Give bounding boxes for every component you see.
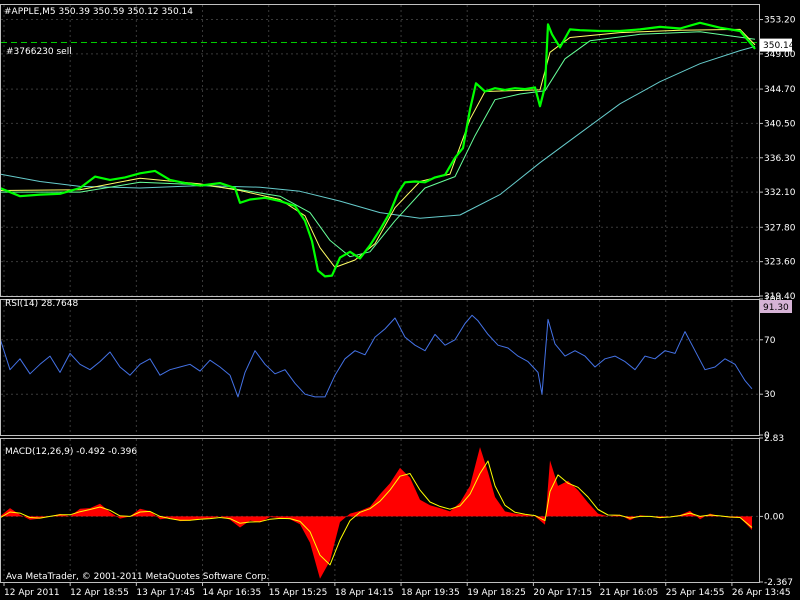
- y-axis-tick-label: 353.20: [764, 16, 796, 26]
- order-label: #3766230 sell: [6, 47, 72, 57]
- y-axis-tick-label: 30: [764, 390, 776, 400]
- x-axis-tick-label: 18 Apr 19:35: [401, 588, 460, 598]
- y-axis-tick-label: 327.80: [764, 223, 796, 233]
- x-axis-tick-label: 14 Apr 16:35: [203, 588, 262, 598]
- rsi-tag: 91.30: [763, 303, 789, 313]
- symbol-header: #APPLE,M5 350.39 350.59 350.12 350.14: [4, 7, 193, 17]
- x-axis-tick-label: 19 Apr 18:25: [467, 588, 526, 598]
- y-axis-tick-label: 0.00: [764, 512, 784, 522]
- y-axis-tick-label: 323.60: [764, 258, 796, 268]
- rsi-header: RSI(14) 28.7648: [5, 299, 78, 309]
- y-axis-tick-label: 2.83: [764, 434, 784, 444]
- y-axis-tick-label: 344.70: [764, 85, 796, 95]
- trading-chart[interactable]: 12 Apr 2011 12 Apr 18:55 13 Apr 17:45 14 Ap…: [0, 0, 800, 600]
- x-axis-tick-label: 12 Apr 2011: [4, 588, 60, 598]
- y-axis-tick-label: 336.30: [764, 154, 796, 164]
- y-axis-tick-label: -2.367: [764, 578, 793, 588]
- x-axis-tick-label: 20 Apr 17:15: [533, 588, 592, 598]
- x-axis-tick-label: 12 Apr 18:55: [70, 588, 129, 598]
- x-axis-tick-label: 25 Apr 14:55: [666, 588, 725, 598]
- x-axis-tick-label: 21 Apr 16:05: [600, 588, 659, 598]
- y-axis-tick-label: 332.10: [764, 188, 796, 198]
- y-axis-tick-label: 340.50: [764, 119, 796, 129]
- price-tag: 350.14: [763, 41, 795, 51]
- macd-header: MACD(12,26,9) -0.492 -0.396: [5, 447, 137, 457]
- x-axis-tick-label: 13 Apr 17:45: [136, 588, 195, 598]
- x-axis-tick-label: 15 Apr 15:25: [269, 588, 328, 598]
- y-axis-tick-label: 70: [764, 336, 776, 346]
- x-axis-tick-label: 26 Apr 13:45: [732, 588, 791, 598]
- x-axis-tick-label: 18 Apr 14:15: [335, 588, 394, 598]
- copyright-text: Ava MetaTrader, © 2001-2011 MetaQuotes S…: [6, 572, 269, 582]
